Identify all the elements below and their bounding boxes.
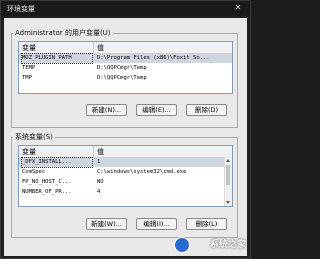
watermark-logo-icon [174,237,190,253]
close-icon[interactable]: ✕ [231,3,245,13]
table-row[interactable]: FP_NO_HOST_C... NO [19,178,232,187]
user-variables-label: Administrator 的用户变量(U) [13,28,113,38]
dialog-title: 环境变量 [7,5,35,13]
table-row[interactable]: MOZ_PLUGIN_PATH D:\Program Files (x86)\F… [19,53,232,64]
system-new-button[interactable]: 新建(W)... [86,218,127,230]
variable-name: ComSpec [22,169,46,175]
variable-value: 4 [97,189,101,195]
variable-value: NO [97,179,104,185]
variable-name: NUMBER_OF_PR... [22,189,72,195]
watermark: 系统之家 [174,235,246,255]
column-separator[interactable] [93,146,94,157]
user-delete-button[interactable]: 删除(D) [186,104,227,116]
user-variables-group: 变量 值 MOZ_PLUGIN_PATH D:\Program Files (x… [11,33,238,128]
variable-value: 1 [97,159,101,165]
dialog-client-area: 变量 值 MOZ_PLUGIN_PATH D:\Program Files (x… [4,18,247,256]
scroll-down-arrow-icon[interactable] [226,201,230,204]
system-variables-group: 变量 值 _DFX_INSTALL... 1 ComSpec C:\window… [11,137,238,238]
variable-name: FP_NO_HOST_C... [22,179,72,185]
vertical-scrollbar[interactable] [224,157,232,206]
table-row[interactable]: _DFX_INSTALL... 1 [19,157,232,168]
table-row[interactable]: TEMP D:\QQPCmgr\Temp [19,64,232,73]
column-header-variable[interactable]: 变量 [22,147,36,157]
table-row[interactable]: ComSpec C:\windows\system32\cmd.exe [19,168,232,177]
user-edit-button[interactable]: 编辑(E)... [136,104,177,116]
system-variables-label: 系统变量(S) [13,132,55,142]
variable-name: TEMP [22,65,36,71]
watermark-text: 系统之家 [209,240,246,250]
list-header: 变量 值 [19,42,232,54]
system-delete-button[interactable]: 删除(L) [186,218,227,230]
scrollbar-thumb[interactable] [226,165,230,185]
column-separator[interactable] [93,42,94,53]
table-row[interactable]: TMP D:\QQPCmgr\Temp [19,74,232,83]
variable-value: C:\windows\system32\cmd.exe [97,169,187,175]
column-header-variable[interactable]: 变量 [22,43,36,53]
system-variables-list[interactable]: 变量 值 _DFX_INSTALL... 1 ComSpec C:\window… [18,145,233,207]
environment-variables-dialog: 环境变量 ✕ 变量 值 MOZ_PLUGIN_PATH D:\Program F… [0,0,251,259]
user-variables-list[interactable]: 变量 值 MOZ_PLUGIN_PATH D:\Program Files (x… [18,41,233,94]
title-bar[interactable]: 环境变量 ✕ [1,1,250,16]
variable-value: D:\Program Files (x86)\Foxit So... [97,55,210,61]
scroll-up-arrow-icon[interactable] [226,159,230,162]
column-header-value[interactable]: 值 [97,43,104,53]
user-new-button[interactable]: 新建(N)... [86,104,127,116]
variable-value: D:\QQPCmgr\Temp [97,75,147,81]
variable-name: TMP [22,75,32,81]
list-header: 变量 值 [19,146,232,158]
variable-name: _DFX_INSTALL... [21,157,93,168]
system-edit-button[interactable]: 编辑(I)... [136,218,177,230]
table-row[interactable]: NUMBER_OF_PR... 4 [19,188,232,197]
variable-value: D:\QQPCmgr\Temp [97,65,147,71]
variable-name: MOZ_PLUGIN_PATH [21,53,93,64]
column-header-value[interactable]: 值 [97,147,104,157]
